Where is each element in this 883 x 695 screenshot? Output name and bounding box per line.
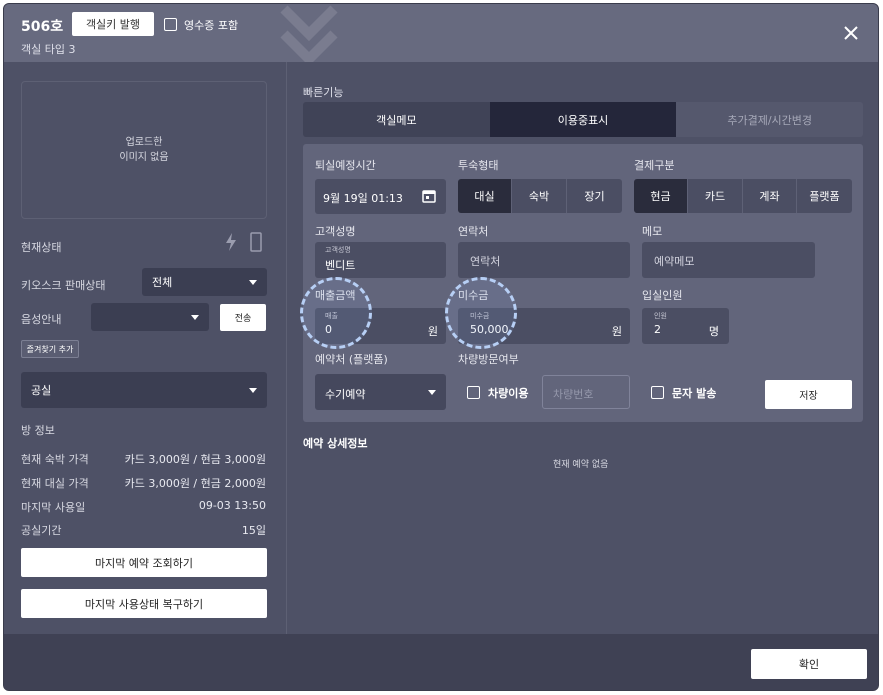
kiosk-sale-select[interactable]: 전체 [142, 268, 267, 296]
vehicle-number-placeholder: 차량번호 [553, 388, 594, 401]
info-value: 09-03 13:50 [198, 499, 266, 512]
tab-extra-payment[interactable]: 추가결제/시간변경 [676, 102, 863, 137]
info-value: 카드 3,000원 / 현금 3,000원 [124, 453, 266, 466]
guest-name-tiny-label: 고객성명 [325, 246, 351, 254]
tab-room-memo[interactable]: 객실메모 [303, 102, 490, 137]
chevron-down-icon [191, 315, 199, 320]
payment-platform[interactable]: 플랫폼 [797, 179, 852, 213]
booking-source-value: 수기예약 [325, 388, 366, 401]
guest-name-field[interactable]: 고객성명 벤디트 [315, 242, 446, 278]
power-icon [226, 233, 236, 251]
contact-field[interactable]: 연락처 [458, 242, 630, 278]
quick-tabs: 객실메모 이용중표시 추가결제/시간변경 [303, 102, 863, 137]
payment-segment: 현금 카드 계좌 플랫폼 [634, 179, 852, 213]
image-placeholder-line1: 업로드한 [125, 137, 163, 148]
save-button[interactable]: 저장 [765, 380, 852, 409]
memo-field[interactable]: 예약메모 [642, 242, 815, 278]
info-value: 15일 [241, 524, 266, 537]
tab-in-use[interactable]: 이용중표시 [489, 102, 677, 137]
room-detail-modal: 506호 객실키 발행 영수증 포함 객실 타입 3 업로드한 이미지 없음 현… [3, 3, 879, 691]
watermark-logo-icon [280, 5, 338, 62]
contact-label: 연락처 [458, 225, 489, 238]
info-label: 마지막 사용일 [21, 501, 86, 514]
guests-unit: 명 [708, 325, 719, 338]
room-info-title: 방 정보 [21, 424, 55, 437]
info-value: 카드 3,000원 / 현금 2,000원 [124, 477, 266, 490]
guests-value: 2 [654, 323, 661, 336]
guests-tiny-label: 인원 [654, 312, 667, 320]
contact-placeholder: 연락처 [470, 255, 501, 268]
close-icon[interactable] [842, 24, 860, 42]
voice-guide-label: 음성안내 [21, 313, 62, 326]
checkout-label: 퇴실예정시간 [315, 159, 376, 172]
room-type: 객실 타입 3 [21, 43, 76, 56]
kiosk-sale-value: 전체 [152, 276, 173, 289]
sms-checkbox-label: 문자 발송 [672, 387, 717, 400]
chevron-down-icon [249, 280, 257, 285]
checkout-value: 9월 19일 01:13 [323, 192, 403, 205]
restore-status-button[interactable]: 마지막 사용상태 복구하기 [21, 589, 267, 618]
right-panel: 빠른기능 객실메모 이용중표시 추가결제/시간변경 퇴실예정시간 9월 19일 … [286, 62, 878, 634]
no-reservation-text: 현재 예약 없음 [553, 460, 609, 470]
modal-header: 506호 객실키 발행 영수증 포함 객실 타입 3 [4, 4, 878, 62]
add-favorite-button[interactable]: 즐겨찾기 추가 [21, 340, 79, 358]
send-button[interactable]: 전송 [220, 304, 266, 331]
sales-highlight-circle [300, 277, 372, 349]
voice-guide-select[interactable] [91, 303, 209, 331]
unpaid-highlight-circle [445, 277, 517, 349]
image-placeholder-line2: 이미지 없음 [119, 152, 169, 163]
booking-source-label: 예약처 (플랫폼) [315, 353, 388, 366]
guests-field[interactable]: 인원 2 명 [642, 308, 729, 344]
calendar-icon [422, 190, 436, 203]
room-status-select[interactable]: 공실 [21, 372, 267, 408]
modal-footer: 확인 [4, 634, 878, 690]
stay-type-long-term[interactable]: 장기 [567, 179, 622, 213]
left-panel: 업로드한 이미지 없음 현재상태 키오스크 판매상태 전체 음성안내 전송 즐겨… [4, 62, 286, 634]
sales-unit: 원 [427, 325, 438, 338]
stay-type-daytime[interactable]: 대실 [458, 179, 512, 213]
last-reservation-button[interactable]: 마지막 예약 조회하기 [21, 548, 267, 577]
payment-label: 결제구분 [634, 159, 675, 172]
guests-label: 입실인원 [642, 289, 683, 302]
vehicle-checkbox[interactable] [467, 386, 480, 399]
receipt-checkbox[interactable] [164, 18, 177, 31]
chevron-down-icon [428, 390, 436, 395]
sms-checkbox[interactable] [651, 386, 664, 399]
booking-source-select[interactable]: 수기예약 [315, 374, 446, 410]
confirm-button[interactable]: 확인 [751, 649, 867, 679]
quick-functions-title: 빠른기능 [303, 86, 344, 99]
stay-type-overnight[interactable]: 숙박 [512, 179, 567, 213]
room-number: 506호 [21, 19, 64, 35]
card-key-icon [250, 232, 262, 252]
memo-label: 메모 [642, 225, 663, 238]
room-status-value: 공실 [31, 384, 52, 397]
current-status-label: 현재상태 [21, 241, 62, 254]
issue-key-button[interactable]: 객실키 발행 [72, 12, 154, 36]
memo-placeholder: 예약메모 [654, 255, 695, 268]
stay-type-label: 투숙형태 [458, 159, 499, 172]
payment-transfer[interactable]: 계좌 [743, 179, 797, 213]
unpaid-unit: 원 [611, 325, 622, 338]
room-image-placeholder: 업로드한 이미지 없음 [21, 81, 267, 219]
guest-name-value: 벤디트 [325, 259, 356, 272]
stay-type-segment: 대실 숙박 장기 [458, 179, 622, 213]
chevron-down-icon [249, 388, 257, 393]
vehicle-checkbox-label: 차량이용 [488, 387, 529, 400]
info-label: 현재 대실 가격 [21, 477, 89, 490]
info-label: 공실기간 [21, 524, 62, 537]
info-label: 현재 숙박 가격 [21, 453, 89, 466]
guest-name-label: 고객성명 [315, 225, 356, 238]
kiosk-sale-label: 키오스크 판매상태 [21, 279, 106, 292]
receipt-checkbox-label: 영수증 포함 [184, 19, 239, 32]
reservation-detail-title: 예약 상세정보 [303, 437, 368, 450]
checkout-field[interactable]: 9월 19일 01:13 [315, 179, 446, 214]
vehicle-label: 차량방문여부 [458, 353, 519, 366]
payment-cash[interactable]: 현금 [634, 179, 688, 213]
payment-card[interactable]: 카드 [688, 179, 743, 213]
vehicle-number-input[interactable]: 차량번호 [542, 375, 630, 409]
quick-form-panel: 퇴실예정시간 9월 19일 01:13 투숙형태 대실 숙박 장기 결제구분 현… [300, 144, 863, 422]
